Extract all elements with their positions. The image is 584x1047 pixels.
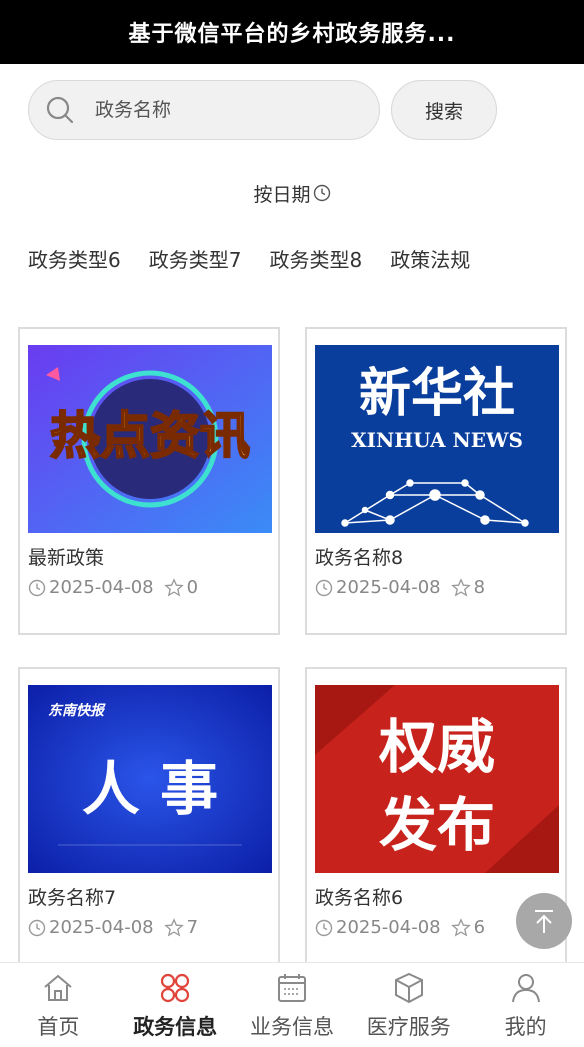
card-date: 2025-04-08 — [336, 917, 441, 938]
news-card[interactable]: 东南快报 人 事 政务名称7 2025-04-08 7 — [18, 667, 280, 975]
card-meta: 2025-04-08 7 — [28, 917, 198, 938]
news-thumbnail: 东南快报 人 事 — [28, 685, 272, 873]
star-icon — [163, 917, 184, 937]
category-tab[interactable]: 政策法规 — [390, 244, 470, 273]
bottom-tab-bar: 首页 政务信息 业务信息 医疗服务 我的 — [0, 962, 584, 1047]
clock-icon — [313, 184, 330, 202]
tab-label: 政务信息 — [133, 1015, 218, 1039]
category-tab[interactable]: 政务类型7 — [149, 244, 242, 273]
tab-gov-info[interactable]: 政务信息 — [117, 963, 234, 1047]
sort-by-date[interactable]: 按日期 — [0, 178, 584, 208]
card-meta: 2025-04-08 8 — [315, 577, 485, 598]
card-meta: 2025-04-08 0 — [28, 577, 198, 598]
image-text: 新华社 — [359, 364, 515, 424]
search-input[interactable] — [93, 98, 357, 122]
search-bar: 搜索 — [0, 80, 584, 142]
news-thumbnail: 新华社 XINHUA NEWS — [315, 345, 559, 533]
star-icon — [450, 917, 471, 937]
clock-icon — [315, 919, 333, 936]
favorite-count: 6 — [473, 917, 486, 938]
image-text: 东南快报 — [48, 702, 106, 719]
image-text: 权威 — [378, 713, 495, 781]
arrow-up-icon — [535, 910, 553, 933]
user-icon — [511, 974, 540, 1003]
tab-label: 首页 — [37, 1015, 80, 1039]
card-title: 政务名称6 — [315, 887, 404, 909]
clock-icon — [315, 579, 333, 596]
category-tabs: 政务类型6 政务类型7 政务类型8 政策法规 — [0, 240, 584, 276]
news-card[interactable]: 热点资讯 最新政策 2025-04-08 0 — [18, 327, 280, 635]
star-icon — [163, 577, 184, 597]
card-title: 政务名称7 — [28, 887, 117, 909]
search-field[interactable] — [28, 80, 380, 140]
tab-business-info[interactable]: 业务信息 — [234, 963, 351, 1047]
tab-label: 业务信息 — [249, 1015, 334, 1039]
news-thumbnail: 热点资讯 — [28, 345, 272, 533]
tab-medical-service[interactable]: 医疗服务 — [350, 963, 467, 1047]
card-title: 政务名称8 — [315, 547, 404, 569]
card-date: 2025-04-08 — [336, 577, 441, 598]
category-tab[interactable]: 政务类型8 — [269, 244, 362, 273]
clock-icon — [28, 919, 46, 936]
card-date: 2025-04-08 — [49, 577, 154, 598]
image-text: XINHUA NEWS — [351, 428, 523, 452]
page-title: 基于微信平台的乡村政务服务... — [0, 0, 584, 64]
favorite-count: 7 — [186, 917, 199, 938]
box-icon — [394, 972, 423, 1004]
star-icon — [450, 577, 471, 597]
search-icon — [46, 96, 74, 124]
image-text: 人 事 — [82, 755, 218, 823]
search-button[interactable]: 搜索 — [391, 80, 497, 140]
sort-label: 按日期 — [253, 183, 311, 206]
card-meta: 2025-04-08 6 — [315, 917, 485, 938]
image-text: 热点资讯 — [50, 407, 250, 465]
home-icon — [44, 974, 73, 1001]
clock-icon — [28, 579, 46, 596]
tab-label: 我的 — [504, 1015, 547, 1039]
image-text: 发布 — [379, 791, 495, 859]
favorite-count: 8 — [473, 577, 486, 598]
back-to-top-button[interactable] — [516, 893, 572, 949]
news-thumbnail: 权威 发布 — [315, 685, 559, 873]
tab-label: 医疗服务 — [366, 1015, 451, 1039]
tab-home[interactable]: 首页 — [0, 963, 117, 1047]
news-card[interactable]: 新华社 XINHUA NEWS 政务名称8 2025-04-08 8 — [305, 327, 567, 635]
category-tab[interactable]: 政务类型6 — [28, 244, 121, 273]
favorite-count: 0 — [186, 577, 199, 598]
grid-icon — [161, 973, 190, 1003]
tab-mine[interactable]: 我的 — [467, 963, 584, 1047]
calendar-icon — [277, 974, 306, 1002]
card-date: 2025-04-08 — [49, 917, 154, 938]
card-title: 最新政策 — [28, 547, 105, 569]
